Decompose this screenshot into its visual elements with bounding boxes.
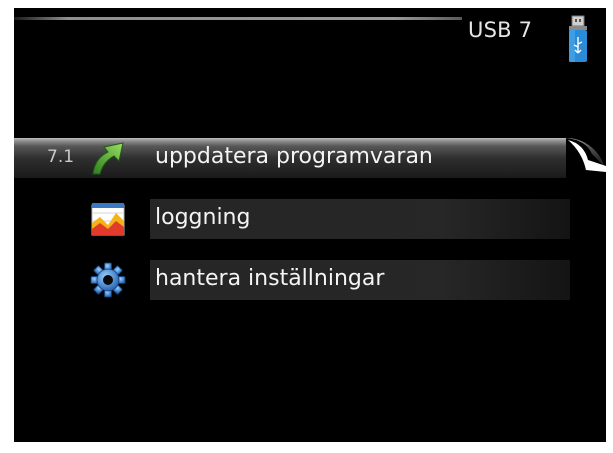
menu-item-label: loggning [155, 205, 251, 230]
menu-item-label: uppdatera programvaran [155, 144, 433, 169]
page-title: USB 7 [468, 18, 533, 42]
menu-item-update-software[interactable]: 7.1 uppdatera programvaran [14, 138, 606, 178]
menu-item-manage-settings[interactable]: hantera inställningar [14, 260, 606, 300]
display-screen: USB 7 7.1 uppdatera programvaran loggnin… [14, 8, 606, 442]
menu-item-number: 7.1 [47, 147, 75, 167]
gear-icon [90, 262, 126, 298]
update-arrow-icon [92, 142, 124, 175]
chart-log-icon [91, 203, 125, 236]
header-divider [14, 17, 462, 20]
usb-stick-icon [569, 15, 587, 62]
menu-item-logging[interactable]: loggning [14, 199, 606, 239]
page-curl-icon [566, 138, 606, 178]
menu-item-label: hantera inställningar [155, 266, 385, 291]
